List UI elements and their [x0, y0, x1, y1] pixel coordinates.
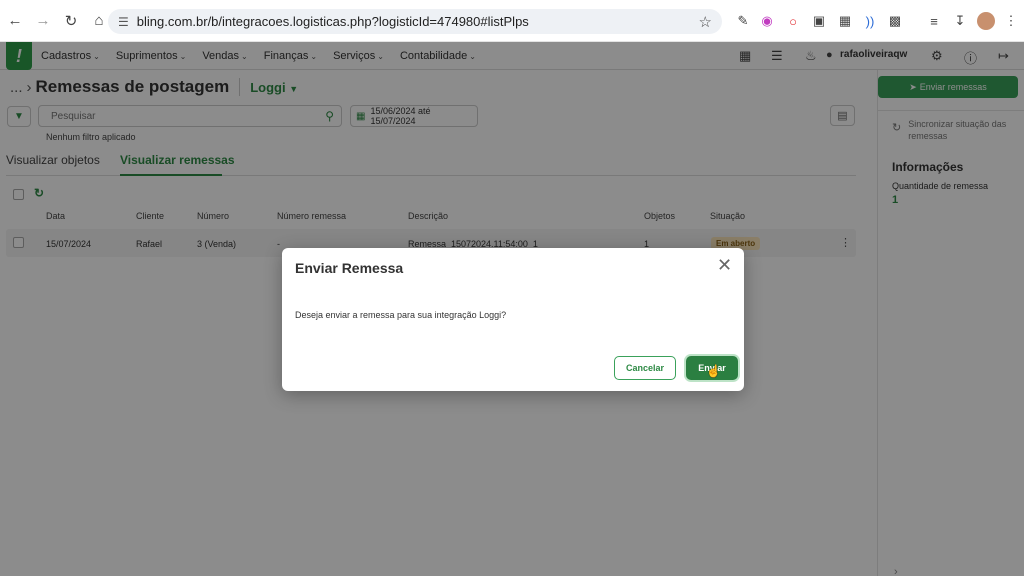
browser-menu-icon[interactable]: ⋮ — [1002, 12, 1020, 30]
color-extension-icon[interactable]: ◉ — [758, 12, 776, 30]
extension-icon[interactable]: ▣ — [810, 12, 828, 30]
cancel-button[interactable]: Cancelar — [614, 356, 676, 380]
playlist-icon[interactable]: ≡ — [925, 12, 943, 30]
dialog-message: Deseja enviar a remessa para sua integra… — [295, 310, 507, 320]
reload-icon[interactable]: ↻ — [58, 8, 84, 34]
audio-extension-icon[interactable]: )) — [861, 12, 879, 30]
url-text: bling.com.br/b/integracoes.logisticas.ph… — [136, 14, 529, 29]
forward-icon[interactable]: → — [30, 8, 56, 34]
notion-extension-icon[interactable]: ▦ — [836, 12, 854, 30]
close-icon[interactable]: ✕ — [717, 256, 732, 274]
dialog-title: Enviar Remessa — [295, 260, 404, 276]
site-settings-icon[interactable]: ☰ — [118, 15, 129, 29]
profile-avatar[interactable] — [977, 12, 995, 30]
bookmark-star-icon[interactable]: ☆ — [699, 13, 712, 31]
send-remessa-dialog: Enviar Remessa ✕ Deseja enviar a remessa… — [282, 248, 744, 391]
back-icon[interactable]: ← — [2, 8, 28, 34]
download-icon[interactable]: ↧ — [951, 12, 969, 30]
browser-toolbar: ← → ↻ ⌂ ☰ bling.com.br/b/integracoes.log… — [0, 0, 1024, 42]
pen-extension-icon[interactable]: ✎ — [734, 12, 752, 30]
address-bar[interactable]: ☰ bling.com.br/b/integracoes.logisticas.… — [108, 9, 722, 34]
puzzle-extensions-icon[interactable]: ▩ — [886, 12, 904, 30]
opera-extension-icon[interactable]: ○ — [784, 12, 802, 30]
pointer-cursor-icon: ☝ — [706, 364, 721, 378]
